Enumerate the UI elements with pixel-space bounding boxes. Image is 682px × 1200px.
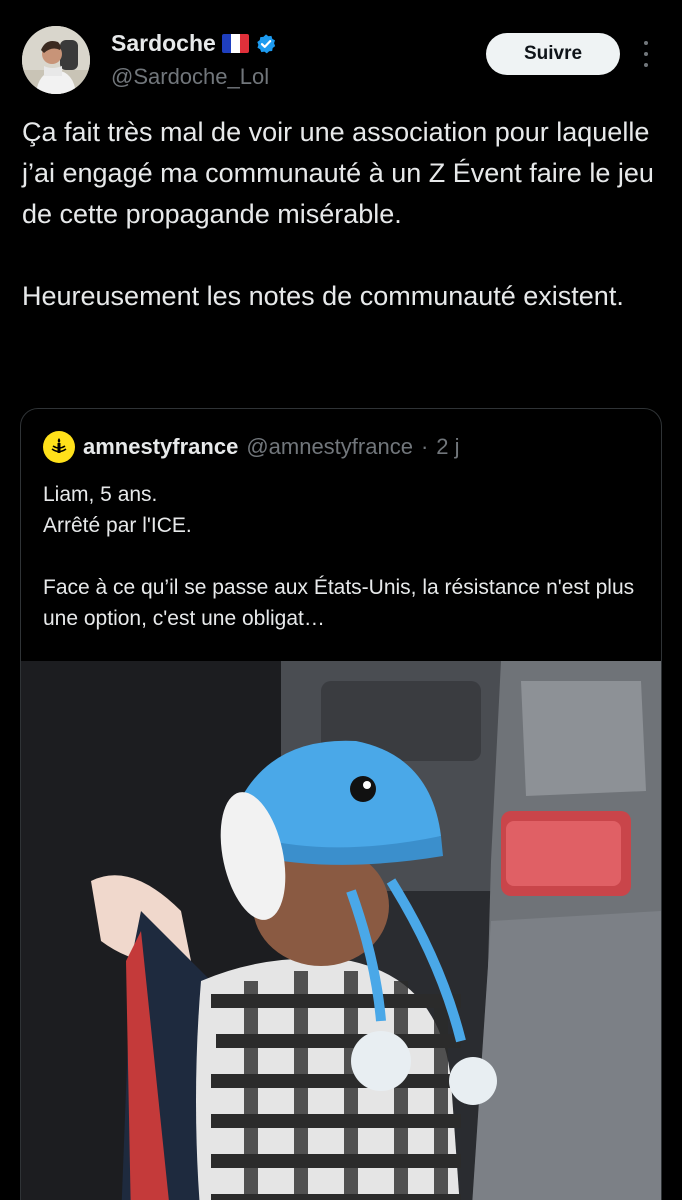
quoted-line — [43, 541, 643, 572]
tweet-text: Ça fait très mal de voir une association… — [22, 112, 662, 317]
french-flag-icon — [221, 34, 249, 53]
author-name[interactable]: Sardoche — [111, 30, 216, 57]
author-avatar[interactable] — [22, 26, 90, 94]
more-options-icon[interactable] — [640, 41, 652, 67]
tweet-paragraph: Ça fait très mal de voir une association… — [22, 117, 662, 229]
author-handle[interactable]: @Sardoche_Lol — [111, 64, 269, 90]
verified-badge-icon — [257, 33, 275, 53]
amnesty-candle-logo — [43, 431, 75, 463]
quoted-author-handle[interactable]: @amnestyfrance — [246, 434, 413, 460]
quoted-photo[interactable] — [21, 661, 662, 1200]
quoted-line: Arrêté par l'ICE. — [43, 514, 192, 537]
quoted-line: Liam, 5 ans. — [43, 483, 158, 506]
quoted-author-name[interactable]: amnestyfrance — [83, 434, 238, 460]
author-name-row: Sardoche — [111, 30, 277, 57]
quoted-header: amnestyfrance @amnestyfrance · 2 j — [43, 431, 460, 463]
quoted-tweet[interactable]: amnestyfrance @amnestyfrance · 2 j Liam,… — [20, 408, 662, 1200]
quoted-separator: · — [420, 434, 429, 459]
quoted-timestamp[interactable]: 2 j — [436, 434, 459, 460]
quoted-text: Liam, 5 ans. Arrêté par l'ICE. Face à ce… — [43, 479, 643, 634]
follow-button[interactable]: Suivre — [486, 33, 620, 75]
tweet-header: Sardoche @Sardoche_Lol Suivre — [0, 0, 682, 110]
tweet-paragraph: Heureusement les notes de communauté exi… — [22, 281, 624, 311]
quoted-line: Face à ce qu’il se passe aux États-Unis,… — [43, 576, 640, 630]
